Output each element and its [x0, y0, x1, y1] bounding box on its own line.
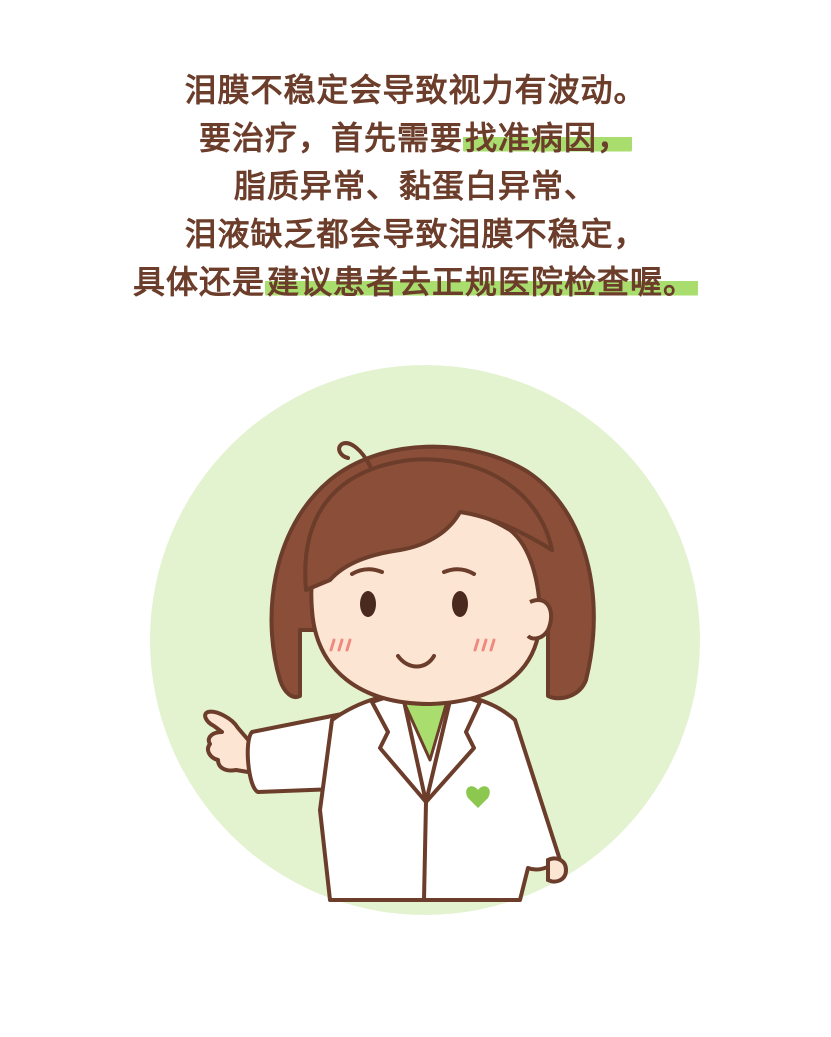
left-eye	[360, 591, 376, 617]
caption-line-2-plain: 要治疗，首先需要	[198, 119, 463, 157]
doctor-illustration	[150, 365, 700, 915]
caption-line-5-plain: 具体还是	[132, 263, 265, 301]
caption-line-4: 泪液缺乏都会导致泪膜不稳定，	[184, 215, 647, 253]
caption-text: 泪膜不稳定会导致视力有波动。 要治疗，首先需要找准病因， 脂质异常、黏蛋白异常、…	[0, 66, 831, 306]
caption-line-2-highlight: 找准病因，	[463, 119, 633, 157]
caption-line-3: 脂质异常、黏蛋白异常、	[233, 167, 597, 205]
caption-line-5-highlight: 建议患者去正规医院检查喔。	[265, 263, 699, 301]
coat-seam	[422, 801, 428, 901]
caption-line-2: 要治疗，首先需要找准病因，	[0, 114, 831, 162]
right-eye	[452, 591, 468, 617]
right-ear	[526, 598, 554, 641]
caption-line-1: 泪膜不稳定会导致视力有波动。	[184, 71, 647, 109]
right-hand	[546, 856, 569, 884]
caption-line-5: 具体还是建议患者去正规医院检查喔。	[0, 258, 831, 306]
